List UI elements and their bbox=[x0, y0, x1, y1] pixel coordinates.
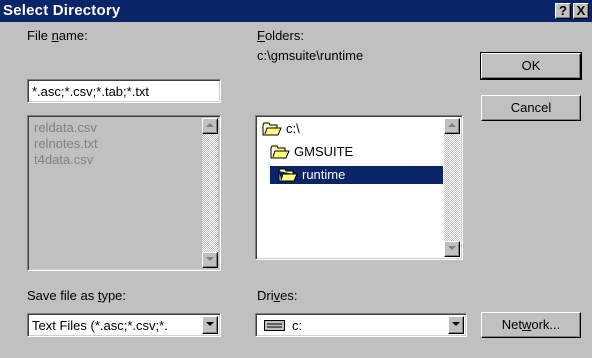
scroll-down-button[interactable] bbox=[444, 241, 460, 257]
arrow-up-icon bbox=[448, 123, 456, 127]
file-list[interactable]: reldata.csv relnotes.txt t4data.csv bbox=[27, 115, 221, 271]
current-path: c:\gmsuite\runtime bbox=[257, 48, 364, 63]
chevron-down-icon bbox=[452, 322, 460, 326]
list-item: t4data.csv bbox=[34, 152, 94, 167]
folder-item[interactable]: GMSUITE bbox=[270, 143, 430, 161]
save-type-select[interactable]: Text Files (*.asc;*.csv;*. bbox=[27, 313, 221, 337]
folder-item-label: c:\ bbox=[286, 121, 300, 136]
close-button[interactable]: X bbox=[573, 3, 589, 19]
open-folder-icon bbox=[270, 145, 290, 159]
ok-button[interactable]: OK bbox=[480, 52, 582, 80]
folder-item-label: runtime bbox=[302, 167, 346, 182]
arrow-down-icon bbox=[448, 246, 456, 250]
drive-icon bbox=[264, 320, 285, 331]
folder-list-scrollbar[interactable] bbox=[444, 118, 460, 257]
file-list-scrollbar[interactable] bbox=[202, 118, 218, 268]
save-type-dropdown-button[interactable] bbox=[202, 316, 218, 334]
scroll-up-button[interactable] bbox=[444, 118, 460, 134]
drives-label: Drives: bbox=[257, 288, 298, 303]
title-bar: Select Directory ? X bbox=[0, 0, 592, 22]
scroll-down-button[interactable] bbox=[202, 252, 218, 268]
list-item: relnotes.txt bbox=[34, 136, 98, 151]
network-button[interactable]: Network... bbox=[481, 312, 581, 338]
drives-select[interactable]: c: bbox=[255, 313, 467, 337]
help-button[interactable]: ? bbox=[555, 3, 571, 19]
folders-label: Folders: bbox=[257, 28, 304, 43]
folder-list[interactable]: c:\ GMSUITE runtime bbox=[255, 115, 463, 260]
arrow-down-icon bbox=[206, 257, 214, 261]
save-type-label: Save file as type: bbox=[27, 288, 127, 303]
folder-item-label: GMSUITE bbox=[294, 144, 354, 159]
list-item: reldata.csv bbox=[34, 120, 97, 135]
file-name-input[interactable]: *.asc;*.csv;*.tab;*.txt bbox=[27, 79, 221, 103]
file-name-label: File name: bbox=[27, 28, 88, 43]
folder-item[interactable]: c:\ bbox=[262, 120, 422, 138]
window-title: Select Directory bbox=[3, 2, 121, 19]
cancel-button[interactable]: Cancel bbox=[481, 95, 581, 121]
chevron-down-icon bbox=[206, 322, 214, 326]
drives-dropdown-button[interactable] bbox=[448, 316, 464, 334]
open-folder-icon bbox=[278, 168, 298, 182]
scroll-up-button[interactable] bbox=[202, 118, 218, 134]
open-folder-icon bbox=[262, 122, 282, 136]
arrow-up-icon bbox=[206, 123, 214, 127]
folder-item-selected[interactable]: runtime bbox=[270, 166, 443, 184]
